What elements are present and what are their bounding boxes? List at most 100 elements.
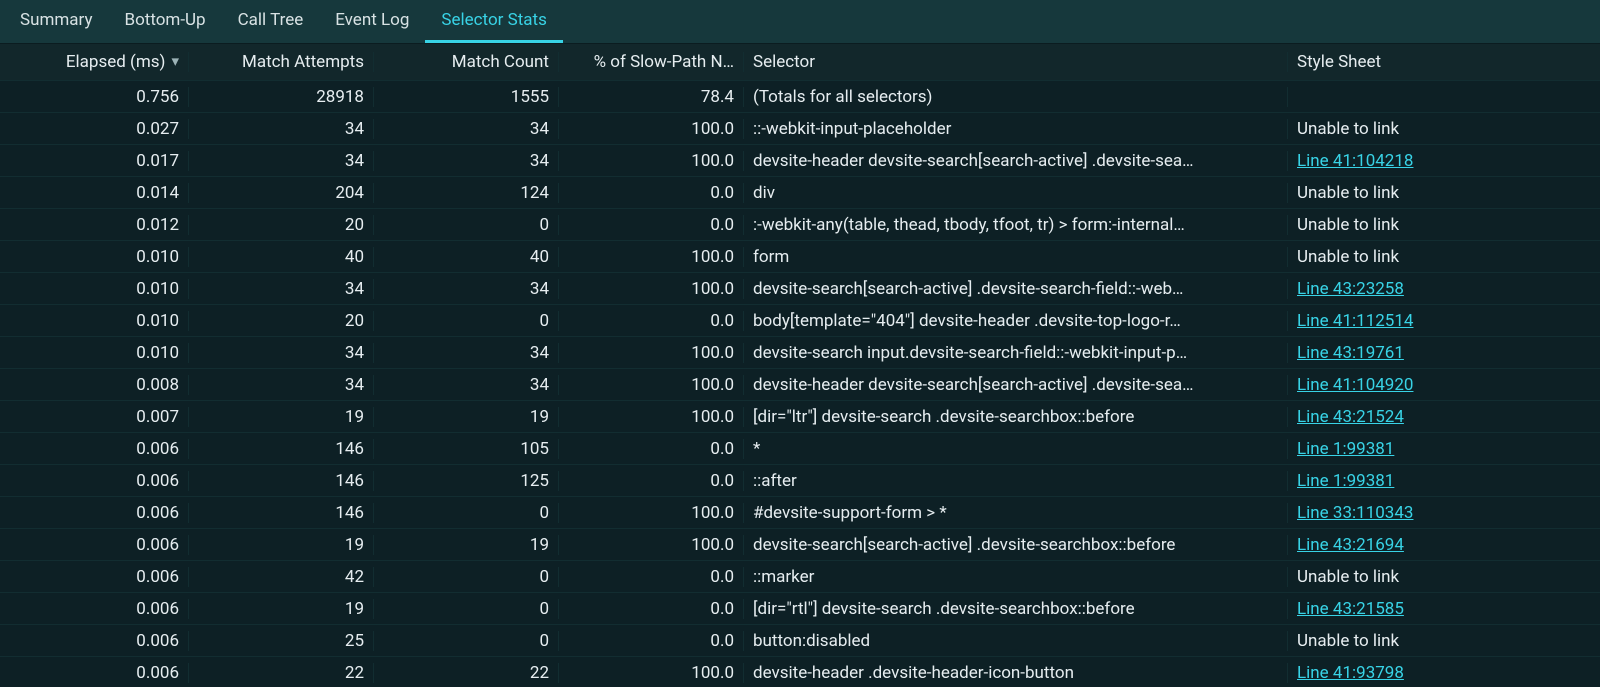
cell-count: 0 — [374, 599, 559, 619]
table-row[interactable]: 0.0122000.0:-webkit-any(table, thead, tb… — [0, 209, 1600, 241]
stylesheet-link[interactable]: Line 33:110343 — [1297, 503, 1413, 523]
col-header-sheet[interactable]: Style Sheet — [1288, 52, 1600, 72]
cell-selector: (Totals for all selectors) — [744, 87, 1288, 107]
cell-slow: 100.0 — [559, 375, 744, 395]
cell-slow: 100.0 — [559, 151, 744, 171]
stylesheet-link[interactable]: Line 43:21524 — [1297, 407, 1404, 427]
cell-attempts: 34 — [189, 343, 374, 363]
table-row[interactable]: 0.0083434100.0devsite-header devsite-sea… — [0, 369, 1600, 401]
tab-call-tree[interactable]: Call Tree — [222, 0, 320, 43]
tab-summary[interactable]: Summary — [4, 0, 108, 43]
stylesheet-text: Unable to link — [1297, 119, 1399, 139]
table-row[interactable]: 0.0102000.0body[template="404"] devsite-… — [0, 305, 1600, 337]
cell-selector: ::-webkit-input-placeholder — [744, 119, 1288, 139]
cell-count: 34 — [374, 151, 559, 171]
stylesheet-link[interactable]: Line 41:104218 — [1297, 151, 1413, 171]
cell-selector: ::after — [744, 471, 1288, 491]
stylesheet-link[interactable]: Line 43:21694 — [1297, 535, 1404, 555]
cell-count: 0 — [374, 215, 559, 235]
cell-count: 0 — [374, 631, 559, 651]
cell-elapsed: 0.006 — [0, 439, 189, 459]
table-row[interactable]: 0.0104040100.0formUnable to link — [0, 241, 1600, 273]
stylesheet-link[interactable]: Line 43:19761 — [1297, 343, 1404, 363]
sort-descending-icon: ▾ — [171, 52, 179, 70]
table-row[interactable]: 0.0062500.0button:disabledUnable to link — [0, 625, 1600, 657]
cell-selector: devsite-header devsite-search[search-act… — [744, 375, 1288, 395]
table-row[interactable]: 0.0061461050.0*Line 1:99381 — [0, 433, 1600, 465]
stylesheet-link[interactable]: Line 43:23258 — [1297, 279, 1404, 299]
cell-selector: button:disabled — [744, 631, 1288, 651]
cell-attempts: 19 — [189, 407, 374, 427]
table-row[interactable]: 0.0071919100.0[dir="ltr"] devsite-search… — [0, 401, 1600, 433]
cell-count: 34 — [374, 279, 559, 299]
cell-stylesheet: Unable to link — [1288, 567, 1600, 587]
col-header-selector[interactable]: Selector — [744, 52, 1288, 72]
cell-attempts: 34 — [189, 151, 374, 171]
cell-slow: 100.0 — [559, 343, 744, 363]
cell-slow: 78.4 — [559, 87, 744, 107]
cell-elapsed: 0.010 — [0, 247, 189, 267]
stylesheet-link[interactable]: Line 41:93798 — [1297, 663, 1404, 683]
cell-attempts: 146 — [189, 439, 374, 459]
cell-attempts: 19 — [189, 535, 374, 555]
table-row[interactable]: 0.0062222100.0devsite-header .devsite-he… — [0, 657, 1600, 687]
cell-slow: 0.0 — [559, 183, 744, 203]
table-row[interactable]: 0.0142041240.0divUnable to link — [0, 177, 1600, 209]
stylesheet-link[interactable]: Line 1:99381 — [1297, 471, 1394, 491]
table-row[interactable]: 0.0061900.0[dir="rtl"] devsite-search .d… — [0, 593, 1600, 625]
cell-elapsed: 0.006 — [0, 599, 189, 619]
tab-bottom-up[interactable]: Bottom-Up — [108, 0, 221, 43]
cell-selector: body[template="404"] devsite-header .dev… — [744, 311, 1288, 331]
table-header-row: Elapsed (ms) ▾ Match Attempts Match Count… — [0, 44, 1600, 81]
col-header-slow[interactable]: % of Slow-Path N… — [559, 52, 744, 72]
table-body: 0.75628918155578.4(Totals for all select… — [0, 81, 1600, 687]
cell-slow: 0.0 — [559, 567, 744, 587]
cell-stylesheet: Line 43:21524 — [1288, 407, 1600, 427]
cell-selector: devsite-search[search-active] .devsite-s… — [744, 535, 1288, 555]
table-row[interactable]: 0.0173434100.0devsite-header devsite-sea… — [0, 145, 1600, 177]
cell-attempts: 146 — [189, 471, 374, 491]
table-row[interactable]: 0.0061461250.0::afterLine 1:99381 — [0, 465, 1600, 497]
cell-stylesheet: Unable to link — [1288, 631, 1600, 651]
cell-slow: 100.0 — [559, 119, 744, 139]
table-row[interactable]: 0.75628918155578.4(Totals for all select… — [0, 81, 1600, 113]
stylesheet-link[interactable]: Line 41:112514 — [1297, 311, 1413, 331]
stylesheet-link[interactable]: Line 43:21585 — [1297, 599, 1404, 619]
cell-selector: [dir="rtl"] devsite-search .devsite-sear… — [744, 599, 1288, 619]
cell-selector: [dir="ltr"] devsite-search .devsite-sear… — [744, 407, 1288, 427]
cell-count: 105 — [374, 439, 559, 459]
tab-label: Summary — [20, 10, 92, 30]
cell-attempts: 20 — [189, 311, 374, 331]
table-row[interactable]: 0.0103434100.0devsite-search input.devsi… — [0, 337, 1600, 369]
tabbar: Summary Bottom-UpCall TreeEvent LogSelect… — [0, 0, 1600, 44]
table-row[interactable]: 0.0061919100.0devsite-search[search-acti… — [0, 529, 1600, 561]
table-row[interactable]: 0.0103434100.0devsite-search[search-acti… — [0, 273, 1600, 305]
cell-selector: #devsite-support-form > * — [744, 503, 1288, 523]
table-row[interactable]: 0.0273434100.0::-webkit-input-placeholde… — [0, 113, 1600, 145]
col-header-elapsed-label: Elapsed (ms) — [66, 52, 166, 72]
col-header-count[interactable]: Match Count — [374, 52, 559, 72]
cell-selector: :-webkit-any(table, thead, tbody, tfoot,… — [744, 215, 1288, 235]
cell-elapsed: 0.006 — [0, 503, 189, 523]
cell-selector: devsite-search[search-active] .devsite-s… — [744, 279, 1288, 299]
col-header-attempts[interactable]: Match Attempts — [189, 52, 374, 72]
table-row[interactable]: 0.0064200.0::markerUnable to link — [0, 561, 1600, 593]
tab-selector-stats[interactable]: Selector Stats — [425, 0, 562, 43]
cell-attempts: 28918 — [189, 87, 374, 107]
cell-stylesheet: Line 41:112514 — [1288, 311, 1600, 331]
cell-selector: devsite-search input.devsite-search-fiel… — [744, 343, 1288, 363]
cell-selector: * — [744, 439, 1288, 459]
stylesheet-link[interactable]: Line 41:104920 — [1297, 375, 1413, 395]
cell-slow: 0.0 — [559, 215, 744, 235]
cell-elapsed: 0.010 — [0, 343, 189, 363]
stylesheet-link[interactable]: Line 1:99381 — [1297, 439, 1394, 459]
col-header-elapsed[interactable]: Elapsed (ms) ▾ — [0, 52, 189, 72]
stylesheet-text: Unable to link — [1297, 567, 1399, 587]
cell-stylesheet: Line 43:19761 — [1288, 343, 1600, 363]
stylesheet-text: Unable to link — [1297, 247, 1399, 267]
cell-elapsed: 0.012 — [0, 215, 189, 235]
tab-event-log[interactable]: Event Log — [319, 0, 425, 43]
cell-stylesheet: Line 41:104920 — [1288, 375, 1600, 395]
cell-attempts: 34 — [189, 375, 374, 395]
table-row[interactable]: 0.0061460100.0#devsite-support-form > *L… — [0, 497, 1600, 529]
